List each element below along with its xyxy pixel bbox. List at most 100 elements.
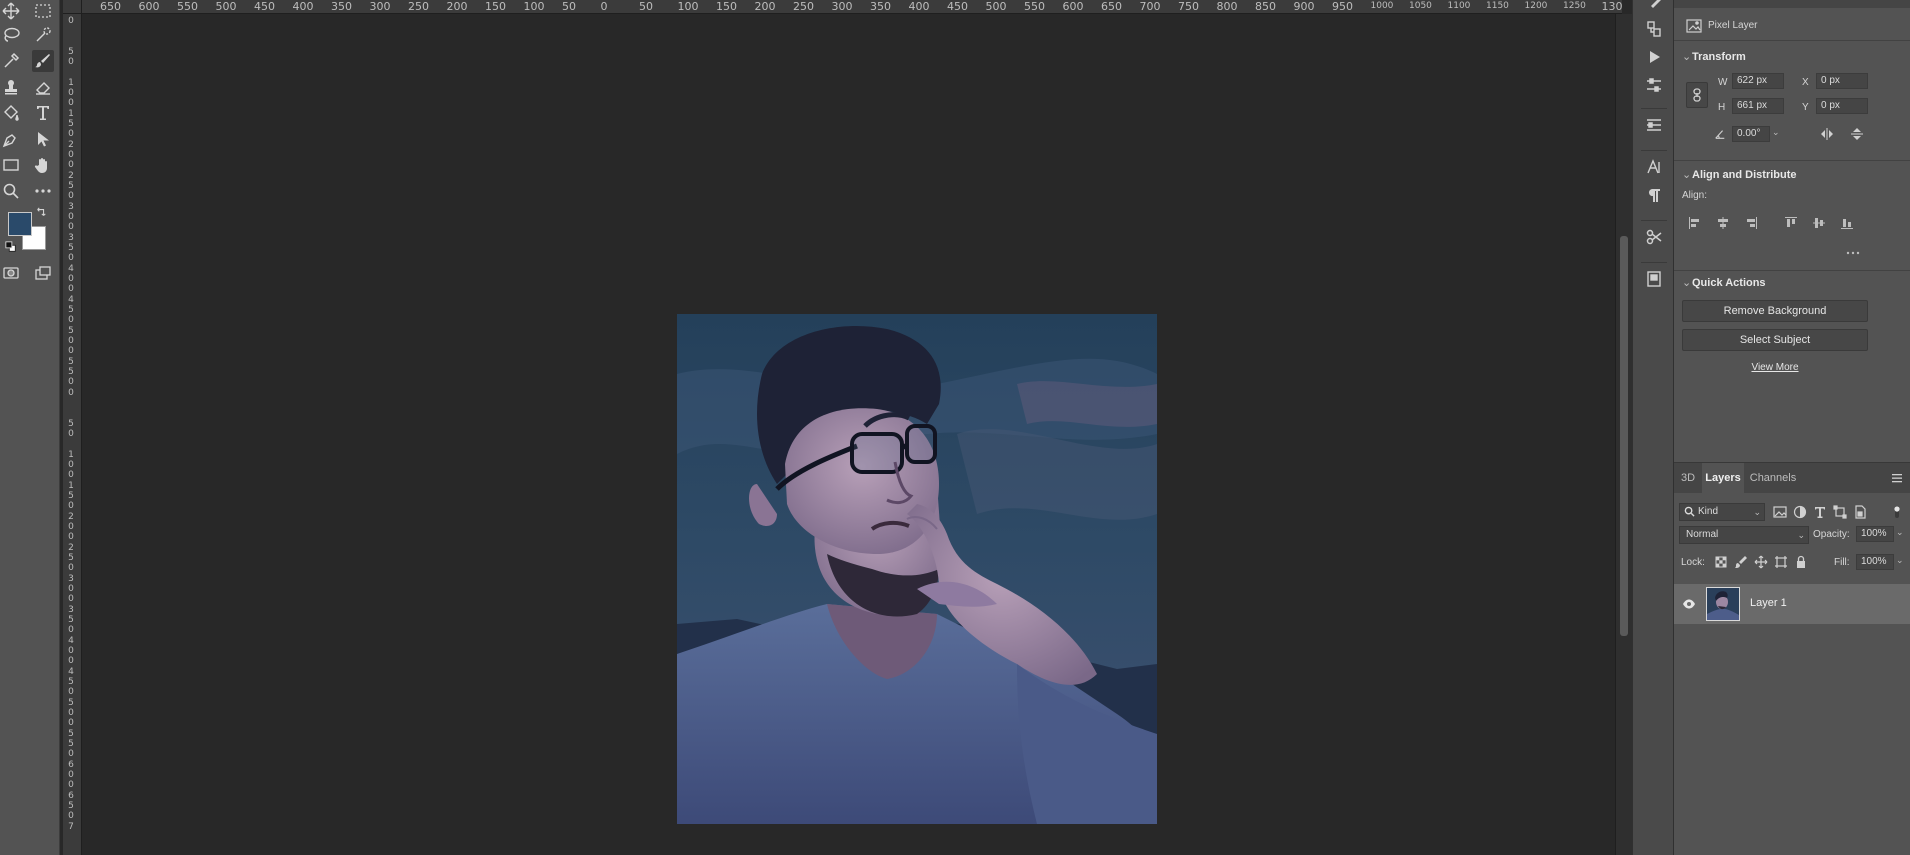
quick-actions-title: Quick Actions bbox=[1692, 277, 1766, 289]
ruler-tick-label: 2 0 0 bbox=[68, 140, 74, 170]
flip-horizontal-icon[interactable] bbox=[1820, 127, 1834, 141]
move-icon[interactable] bbox=[0, 0, 22, 22]
lock-transparent-pixels-icon[interactable] bbox=[1714, 555, 1728, 569]
hand-icon[interactable] bbox=[32, 154, 54, 176]
panel-menu-icon[interactable] bbox=[1890, 471, 1904, 485]
swap-colors-icon[interactable] bbox=[34, 206, 48, 220]
flip-vertical-icon[interactable] bbox=[1850, 127, 1864, 141]
align-section-header[interactable]: ⌄Align and Distribute bbox=[1682, 168, 1797, 181]
default-colors-icon[interactable] bbox=[4, 240, 18, 254]
layer-row[interactable]: Layer 1 bbox=[1674, 584, 1910, 624]
x-field[interactable]: 0 px bbox=[1816, 73, 1868, 89]
foreground-color-swatch[interactable] bbox=[8, 212, 32, 236]
ruler-tick-label: 4 0 0 bbox=[68, 264, 74, 294]
properties-panel: Pixel Layer ⌄Transform W 622 px X 0 px H… bbox=[1674, 0, 1910, 462]
ellipsis-icon[interactable] bbox=[32, 180, 54, 202]
tab-layers[interactable]: Layers bbox=[1702, 463, 1744, 493]
pen-icon[interactable] bbox=[0, 128, 22, 150]
width-field[interactable]: 622 px bbox=[1732, 73, 1784, 89]
adjustments-icon[interactable] bbox=[1643, 74, 1665, 96]
rect-marquee-icon[interactable] bbox=[32, 0, 54, 22]
history-icon[interactable] bbox=[1643, 18, 1665, 40]
quick-select-icon[interactable] bbox=[32, 24, 54, 46]
arrow-icon[interactable] bbox=[32, 128, 54, 150]
lock-artboard-icon[interactable] bbox=[1774, 555, 1788, 569]
canvas-vertical-scrollbar[interactable] bbox=[1615, 14, 1632, 855]
more-options-icon[interactable] bbox=[1846, 246, 1860, 260]
libraries-icon[interactable] bbox=[1643, 114, 1665, 136]
rectangle-icon[interactable] bbox=[0, 154, 22, 176]
align-bottom-edges-icon[interactable] bbox=[1840, 216, 1854, 230]
ruler-tick-label: 500 bbox=[215, 0, 237, 13]
filter-shape-icon[interactable] bbox=[1833, 505, 1847, 519]
eraser-icon[interactable] bbox=[32, 76, 54, 98]
ruler-tick-label: 600 bbox=[138, 0, 160, 13]
scrollbar-thumb[interactable] bbox=[1620, 236, 1628, 636]
strip-separator bbox=[1641, 262, 1667, 263]
tab-3d[interactable]: 3D bbox=[1674, 463, 1702, 493]
fill-dropdown-icon[interactable]: ⌄ bbox=[1896, 555, 1904, 566]
view-more-link[interactable]: View More bbox=[1674, 362, 1876, 373]
select-subject-button[interactable]: Select Subject bbox=[1682, 329, 1868, 351]
angle-dropdown-icon[interactable]: ⌄ bbox=[1772, 127, 1780, 138]
ruler-tick-label: 4 5 0 bbox=[68, 295, 74, 325]
opacity-dropdown-icon[interactable]: ⌄ bbox=[1896, 527, 1904, 538]
y-field[interactable]: 0 px bbox=[1816, 98, 1868, 114]
lasso-icon[interactable] bbox=[0, 24, 22, 46]
ruler-tick-label: 2 0 0 bbox=[68, 512, 74, 542]
lock-position-icon[interactable] bbox=[1754, 555, 1768, 569]
remove-background-button[interactable]: Remove Background bbox=[1682, 300, 1868, 322]
paragraph-icon[interactable] bbox=[1643, 184, 1665, 206]
brush-settings-icon[interactable] bbox=[1643, 0, 1665, 16]
canvas-workspace[interactable] bbox=[82, 14, 1615, 855]
bucket-icon[interactable] bbox=[0, 102, 22, 124]
filter-kind-dropdown[interactable]: Kind ⌄ bbox=[1679, 503, 1765, 521]
align-right-edges-icon[interactable] bbox=[1744, 216, 1758, 230]
quick-actions-section-header[interactable]: ⌄Quick Actions bbox=[1682, 276, 1766, 289]
filter-toggle-icon[interactable] bbox=[1890, 505, 1904, 519]
eyedropper-icon[interactable] bbox=[0, 50, 22, 72]
filter-adjustment-icon[interactable] bbox=[1793, 505, 1807, 519]
quick-mask-icon[interactable] bbox=[0, 262, 22, 284]
align-top-edges-icon[interactable] bbox=[1784, 216, 1798, 230]
ruler-tick-label: 50 bbox=[639, 0, 653, 13]
angle-field[interactable]: 0.00° bbox=[1732, 126, 1770, 142]
ruler-tick-label: 500 bbox=[985, 0, 1007, 13]
ruler-tick-label: 150 bbox=[485, 0, 506, 13]
zoom-icon[interactable] bbox=[0, 180, 22, 202]
screen-mode-icon[interactable] bbox=[32, 262, 54, 284]
align-vertical-centers-icon[interactable] bbox=[1812, 216, 1826, 230]
ruler-tick-label: 5 0 0 bbox=[68, 326, 74, 356]
ruler-tick-label: 450 bbox=[947, 0, 968, 13]
layer-type-label: Pixel Layer bbox=[1708, 20, 1758, 31]
blend-mode-dropdown[interactable]: Normal ⌄ bbox=[1679, 526, 1809, 544]
ruler-tick-label: 0 bbox=[68, 16, 74, 26]
glyphs-icon[interactable] bbox=[1643, 268, 1665, 290]
eye-icon[interactable] bbox=[1682, 597, 1696, 611]
fill-field[interactable]: 100% bbox=[1856, 554, 1894, 570]
ruler-tick-label: 0 bbox=[600, 0, 608, 13]
brush-icon[interactable] bbox=[32, 50, 54, 72]
height-field[interactable]: 661 px bbox=[1732, 98, 1784, 114]
type-icon[interactable] bbox=[32, 102, 54, 124]
stamp-icon[interactable] bbox=[0, 76, 22, 98]
ruler-tick-label: 3 0 0 bbox=[68, 574, 74, 604]
filter-smart-object-icon[interactable] bbox=[1853, 505, 1867, 519]
opacity-field[interactable]: 100% bbox=[1856, 526, 1894, 542]
link-dimensions-icon[interactable] bbox=[1686, 82, 1708, 108]
opacity-label: Opacity: bbox=[1813, 529, 1850, 540]
lock-image-pixels-icon[interactable] bbox=[1734, 555, 1748, 569]
filter-pixel-icon[interactable] bbox=[1773, 505, 1787, 519]
lock-all-icon[interactable] bbox=[1794, 555, 1808, 569]
align-left-edges-icon[interactable] bbox=[1688, 216, 1702, 230]
document-canvas[interactable] bbox=[677, 314, 1157, 824]
transform-section-header[interactable]: ⌄Transform bbox=[1682, 50, 1746, 63]
character-icon[interactable] bbox=[1643, 156, 1665, 178]
filter-type-icon[interactable] bbox=[1813, 505, 1827, 519]
tool-presets-icon[interactable] bbox=[1643, 226, 1665, 248]
align-horizontal-centers-icon[interactable] bbox=[1716, 216, 1730, 230]
actions-play-icon[interactable] bbox=[1643, 46, 1665, 68]
lock-label: Lock: bbox=[1681, 557, 1705, 568]
layer-name[interactable]: Layer 1 bbox=[1750, 597, 1787, 609]
tab-channels[interactable]: Channels bbox=[1744, 463, 1802, 493]
